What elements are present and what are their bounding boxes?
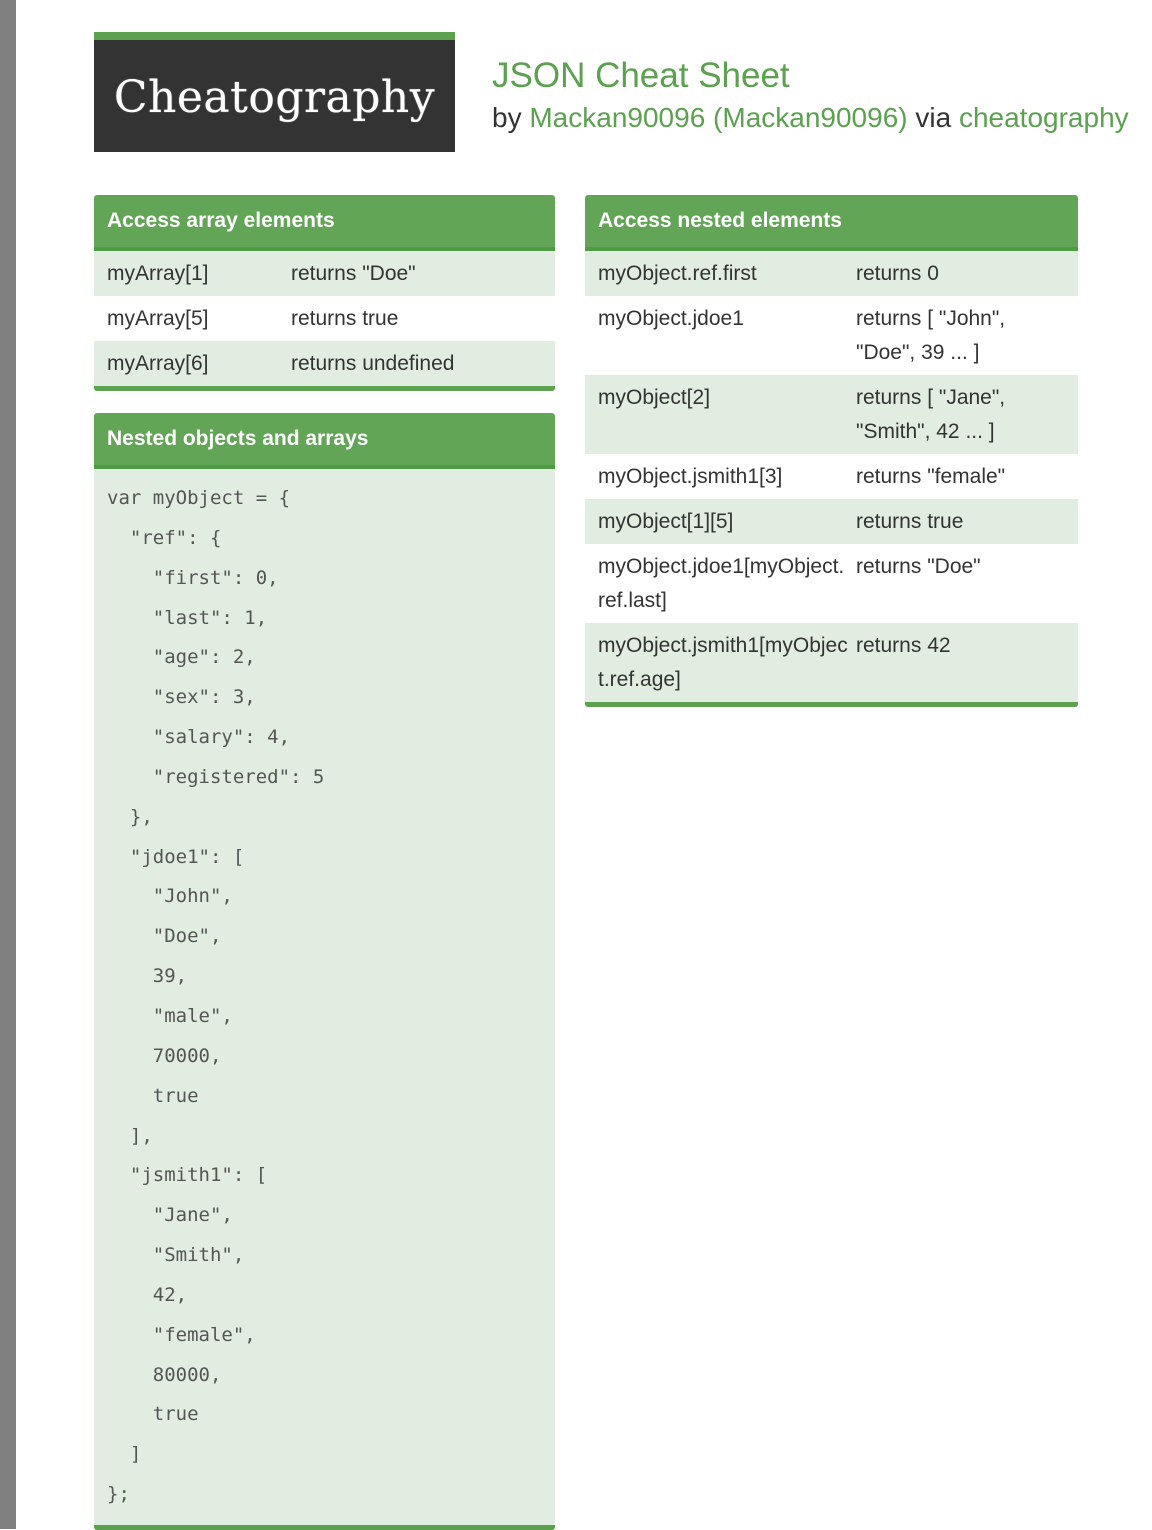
table-row: myObject.jsmith1[myObject.ref.age] retur… bbox=[585, 623, 1078, 702]
result-cell: returns 0 bbox=[856, 262, 939, 285]
result-cell: returns 42 bbox=[856, 634, 951, 657]
result-cell: returns true bbox=[856, 510, 964, 533]
code-line: true bbox=[107, 1084, 199, 1107]
left-edge-bar bbox=[0, 0, 16, 1529]
byline: by Mackan90096 (Mackan90096) via cheatog… bbox=[492, 102, 1129, 134]
expression-cell: myObject.jsmith1[3] bbox=[598, 465, 783, 488]
code-line: "registered": 5 bbox=[107, 765, 325, 788]
table-row: myArray[5] returns true bbox=[94, 296, 555, 341]
author-link[interactable]: Mackan90096 (Mackan90096) bbox=[529, 102, 907, 133]
page-title: JSON Cheat Sheet bbox=[492, 56, 790, 95]
code-line: }, bbox=[107, 805, 153, 828]
code-line: ] bbox=[107, 1443, 142, 1466]
result-cell: returns "female" bbox=[856, 465, 1006, 488]
box-title: Nested objects and arrays bbox=[94, 413, 555, 469]
code-line: 80000, bbox=[107, 1363, 222, 1386]
result-cell: returns undefined bbox=[291, 352, 455, 375]
code-line: ], bbox=[107, 1124, 153, 1147]
code-line: var myObject = { bbox=[107, 487, 291, 509]
code-line: }; bbox=[107, 1483, 130, 1506]
code-line: "Doe", bbox=[107, 925, 222, 948]
expression-cell: myArray[5] bbox=[107, 307, 209, 330]
code-line: true bbox=[107, 1403, 199, 1426]
code-line: "jsmith1": [ bbox=[107, 1164, 268, 1187]
expression-cell: myObject.ref.first bbox=[598, 262, 757, 285]
expression-cell: myObject[1][5] bbox=[598, 510, 734, 533]
access-array-elements-box: Access array elements myArray[1] returns… bbox=[94, 195, 555, 391]
code-line: "Jane", bbox=[107, 1204, 233, 1227]
box-title: Access array elements bbox=[94, 195, 555, 251]
expression-cell: myObject.jdoe1 bbox=[598, 307, 744, 330]
code-line: "John", bbox=[107, 885, 233, 908]
code-line: "first": 0, bbox=[107, 566, 279, 589]
table-row: myArray[1] returns "Doe" bbox=[94, 251, 555, 296]
result-cell: returns [ "John", "Doe", 39 ... ] bbox=[856, 307, 1006, 364]
code-line: "ref": { bbox=[107, 526, 222, 549]
access-nested-elements-box: Access nested elements myObject.ref.firs… bbox=[585, 195, 1078, 707]
site-link[interactable]: cheatography bbox=[959, 102, 1129, 133]
nested-objects-and-arrays-box: Nested objects and arrays var myObject =… bbox=[94, 413, 555, 1530]
code-line: "age": 2, bbox=[107, 646, 256, 669]
table-row: myObject.jdoe1 returns [ "John", "Doe", … bbox=[585, 296, 1078, 375]
via-label: via bbox=[915, 102, 952, 133]
result-cell: returns "Doe" bbox=[291, 262, 416, 285]
box-footer-bar bbox=[585, 702, 1078, 707]
expression-cell: myArray[6] bbox=[107, 352, 209, 375]
box-title: Access nested elements bbox=[585, 195, 1078, 251]
expression-cell: myObject.jdoe1[myObject.ref.last] bbox=[598, 555, 845, 612]
box-footer-bar bbox=[94, 1524, 555, 1530]
result-cell: returns true bbox=[291, 307, 399, 330]
expression-cell: myArray[1] bbox=[107, 262, 209, 285]
table-row: myObject[1][5] returns true bbox=[585, 499, 1078, 544]
logo-text: Cheatography bbox=[113, 71, 436, 123]
table-row: myObject[2] returns [ "Jane", "Smith", 4… bbox=[585, 375, 1078, 454]
code-line: "last": 1, bbox=[107, 606, 268, 629]
table-row: myObject.jdoe1[myObject.ref.last] return… bbox=[585, 544, 1078, 623]
expression-cell: myObject.jsmith1[myObject.ref.age] bbox=[598, 634, 848, 691]
code-block: var myObject = { "ref": { "first": 0, "l… bbox=[94, 469, 555, 1525]
code-line: "salary": 4, bbox=[107, 726, 291, 749]
code-line: "Smith", bbox=[107, 1244, 245, 1267]
code-line: "sex": 3, bbox=[107, 686, 256, 709]
result-cell: returns [ "Jane", "Smith", 42 ... ] bbox=[856, 386, 1006, 443]
code-line: "female", bbox=[107, 1323, 256, 1346]
box-footer-bar bbox=[94, 386, 555, 391]
table-row: myArray[6] returns undefined bbox=[94, 341, 555, 386]
result-cell: returns "Doe" bbox=[856, 555, 981, 578]
by-label: by bbox=[492, 102, 522, 133]
table-row: myObject.jsmith1[3] returns "female" bbox=[585, 454, 1078, 499]
expression-cell: myObject[2] bbox=[598, 386, 711, 409]
code-line: "male", bbox=[107, 1004, 233, 1027]
cheatography-logo[interactable]: Cheatography bbox=[94, 32, 455, 152]
code-line: 70000, bbox=[107, 1044, 222, 1067]
code-line: 39, bbox=[107, 965, 188, 988]
table-row: myObject.ref.first returns 0 bbox=[585, 251, 1078, 296]
code-line: 42, bbox=[107, 1283, 188, 1306]
code-line: "jdoe1": [ bbox=[107, 845, 245, 868]
